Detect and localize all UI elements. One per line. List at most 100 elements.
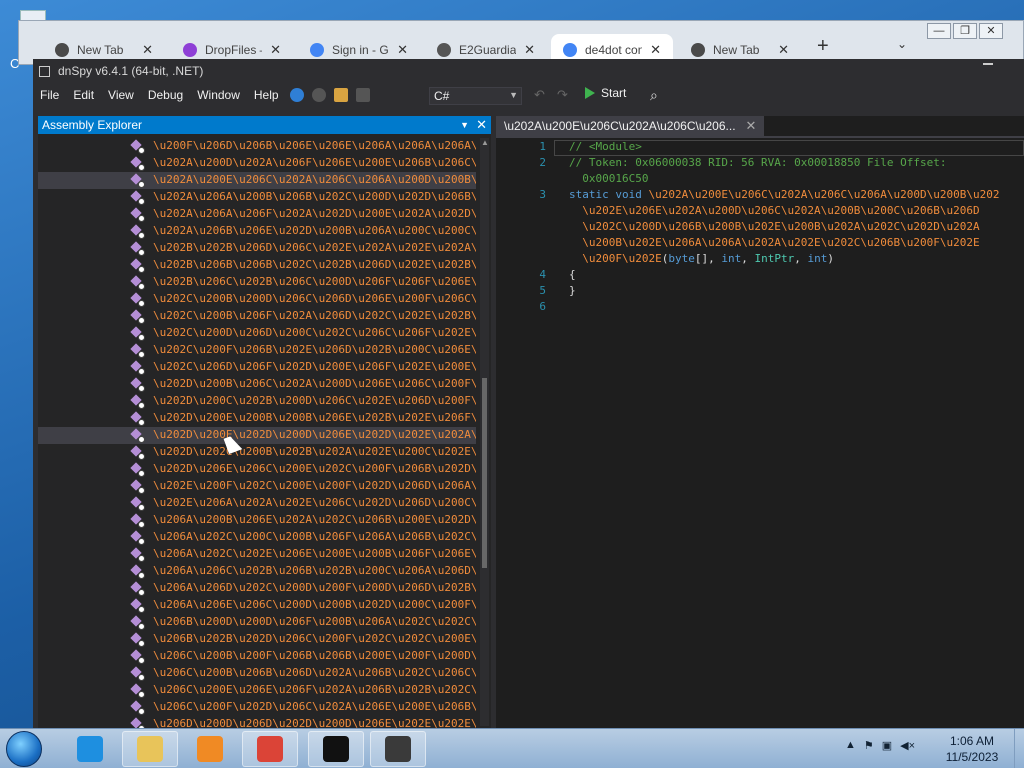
back-icon[interactable] [289,88,304,102]
code-token: , [794,252,808,265]
method-node[interactable]: \u202A\u200D\u202A\u206F\u206E\u200E\u20… [38,155,476,172]
volume-icon[interactable]: ◀× [900,739,915,752]
close-tab-icon[interactable]: ✕ [778,42,789,58]
method-node[interactable]: \u202C\u200B\u200D\u206C\u206D\u206E\u20… [38,291,476,308]
menu-window[interactable]: Window [190,88,247,102]
taskbar-button[interactable] [308,731,364,767]
method-node[interactable]: \u202A\u206B\u206E\u202D\u200B\u206A\u20… [38,223,476,240]
access-badge-icon [138,351,145,358]
search-icon[interactable]: ⌕ [650,87,658,104]
code-token: \u202C\u200D\u206B\u200B\u202E\u200B\u20… [569,220,980,233]
save-icon[interactable] [355,88,370,102]
window-icon [39,65,50,77]
method-node[interactable]: \u206B\u202B\u202D\u206C\u200F\u202C\u20… [38,631,476,648]
minimize-button[interactable]: — [927,23,951,39]
taskbar-button[interactable] [62,731,118,767]
close-window-button[interactable]: ✕ [979,23,1003,39]
google-icon [310,43,324,57]
code-view[interactable]: 1 // <Module> 2 // Token: 0x06000038 RID: 5… [496,140,1024,316]
method-node[interactable]: \u202C\u206D\u206F\u202D\u200E\u206F\u20… [38,359,476,376]
scroll-up-icon[interactable]: ▲ [481,138,489,147]
start-button[interactable] [6,731,42,767]
show-desktop-button[interactable] [1014,729,1024,768]
access-badge-icon [138,164,145,171]
method-node[interactable]: \u202B\u202B\u206D\u206C\u202E\u202A\u20… [38,240,476,257]
tab-title: New Tab [77,43,124,57]
method-node[interactable]: \u206A\u206D\u202C\u200D\u200F\u200D\u20… [38,580,476,597]
start-label: Start [601,86,627,100]
method-node[interactable]: \u202A\u200E\u206C\u202A\u206C\u206A\u20… [38,172,476,189]
menu-file[interactable]: File [33,88,66,102]
document-tab[interactable]: \u202A\u200E\u206C\u202A\u206C\u206... ✕ [496,116,765,136]
clock[interactable]: 1:06 AM 11/5/2023 [940,733,1004,765]
taskbar: ▲ ⚑ ▣ ◀× 1:06 AM 11/5/2023 [0,728,1024,768]
code-line: \u202E\u206E\u202A\u200D\u206C\u202A\u20… [496,204,1024,220]
panel-menu-icon[interactable]: ▼ [460,120,469,130]
method-name: \u202C\u206D\u206F\u202D\u200E\u206F\u20… [153,360,476,373]
action-center-icon[interactable]: ⚑ [864,739,874,752]
menu-debug[interactable]: Debug [141,88,190,102]
method-node[interactable]: \u202B\u206B\u206B\u202C\u202B\u206D\u20… [38,257,476,274]
method-node[interactable]: \u206C\u200E\u206E\u206F\u202A\u206B\u20… [38,682,476,699]
tab-search-dropdown[interactable]: ⌄ [897,37,907,51]
restore-button[interactable]: ❐ [953,23,977,39]
new-tab-button[interactable]: + [817,35,829,58]
forward-icon[interactable] [311,88,326,102]
close-tab-icon[interactable]: ✕ [270,42,281,58]
method-node[interactable]: \u200F\u206D\u206B\u206E\u206E\u206A\u20… [38,138,476,155]
close-icon[interactable]: ✕ [476,117,487,133]
method-node[interactable]: \u202D\u202C\u200B\u202B\u202A\u202E\u20… [38,444,476,461]
method-name: \u202C\u200B\u200D\u206C\u206D\u206E\u20… [153,292,476,305]
method-node[interactable]: \u202E\u200F\u202C\u200E\u200F\u202D\u20… [38,478,476,495]
menu-view[interactable]: View [101,88,141,102]
method-node[interactable]: \u206A\u200B\u206E\u202A\u202C\u206B\u20… [38,512,476,529]
method-node[interactable]: \u202C\u200D\u206D\u200C\u202C\u206C\u20… [38,325,476,342]
menu-edit[interactable]: Edit [66,88,101,102]
method-node[interactable]: \u202D\u200C\u202B\u200D\u206C\u202E\u20… [38,393,476,410]
close-tab-icon[interactable]: ✕ [650,42,661,58]
method-node[interactable]: \u206C\u200B\u200F\u206B\u206B\u200E\u20… [38,648,476,665]
method-node[interactable]: \u202D\u200E\u200B\u200B\u206E\u202B\u20… [38,410,476,427]
show-hidden-icons[interactable]: ▲ [845,739,856,752]
method-node[interactable]: \u206A\u202C\u200C\u200B\u206F\u206A\u20… [38,529,476,546]
method-node[interactable]: \u202D\u200E\u202D\u200D\u206E\u202D\u20… [38,427,476,444]
undo-icon[interactable]: ↶ [534,87,545,103]
start-debug-button[interactable]: Start [585,86,626,100]
method-node[interactable]: \u202A\u206A\u200B\u206B\u202C\u200D\u20… [38,189,476,206]
method-node[interactable]: \u202E\u206A\u202A\u202E\u206C\u202D\u20… [38,495,476,512]
close-tab-icon[interactable]: ✕ [524,42,535,58]
method-node[interactable]: \u202D\u200B\u206C\u202A\u200D\u206E\u20… [38,376,476,393]
method-node[interactable]: \u202C\u200F\u206B\u202E\u206D\u202B\u20… [38,342,476,359]
method-name: \u206C\u200B\u200F\u206B\u206B\u200E\u20… [153,649,476,662]
language-select[interactable]: C# ▼ [429,87,522,105]
close-tab-icon[interactable]: ✕ [142,42,153,58]
close-tab-icon[interactable]: ✕ [397,42,408,58]
menu-help[interactable]: Help [247,88,286,102]
method-node[interactable]: \u206B\u200D\u200D\u206F\u200B\u206A\u20… [38,614,476,631]
method-icon [130,632,145,647]
network-icon[interactable]: ▣ [882,739,892,752]
scrollbar-thumb[interactable] [482,378,487,568]
method-node[interactable]: \u206A\u202C\u202E\u206E\u200E\u200B\u20… [38,546,476,563]
open-folder-icon[interactable] [333,88,348,102]
method-node[interactable]: \u202B\u206C\u202B\u206C\u200D\u206F\u20… [38,274,476,291]
taskbar-button[interactable] [242,731,298,767]
method-node[interactable]: \u202C\u200B\u206F\u202A\u206D\u202C\u20… [38,308,476,325]
media-player-icon [197,736,223,762]
cmd-icon [323,736,349,762]
google-icon [563,43,577,57]
method-node[interactable]: \u206C\u200B\u206B\u206D\u202A\u206B\u20… [38,665,476,682]
taskbar-button[interactable] [122,731,178,767]
method-node[interactable]: \u206C\u200F\u202D\u206C\u202A\u206E\u20… [38,699,476,716]
taskbar-button[interactable] [182,731,238,767]
taskbar-button[interactable] [370,731,426,767]
close-tab-icon[interactable]: ✕ [746,118,757,134]
method-node[interactable]: \u202A\u206A\u206F\u202A\u202D\u200E\u20… [38,206,476,223]
method-node[interactable]: \u202D\u206E\u206C\u200E\u202C\u200F\u20… [38,461,476,478]
method-node[interactable]: \u206A\u206E\u206C\u200D\u200B\u202D\u20… [38,597,476,614]
window-title: dnSpy v6.4.1 (64-bit, .NET) [58,64,204,78]
dnspy-minimize-button[interactable] [983,63,993,65]
vertical-scrollbar[interactable]: ▲ [480,138,489,726]
redo-icon[interactable]: ↷ [557,87,568,103]
method-node[interactable]: \u206A\u206C\u202B\u206B\u202B\u200C\u20… [38,563,476,580]
